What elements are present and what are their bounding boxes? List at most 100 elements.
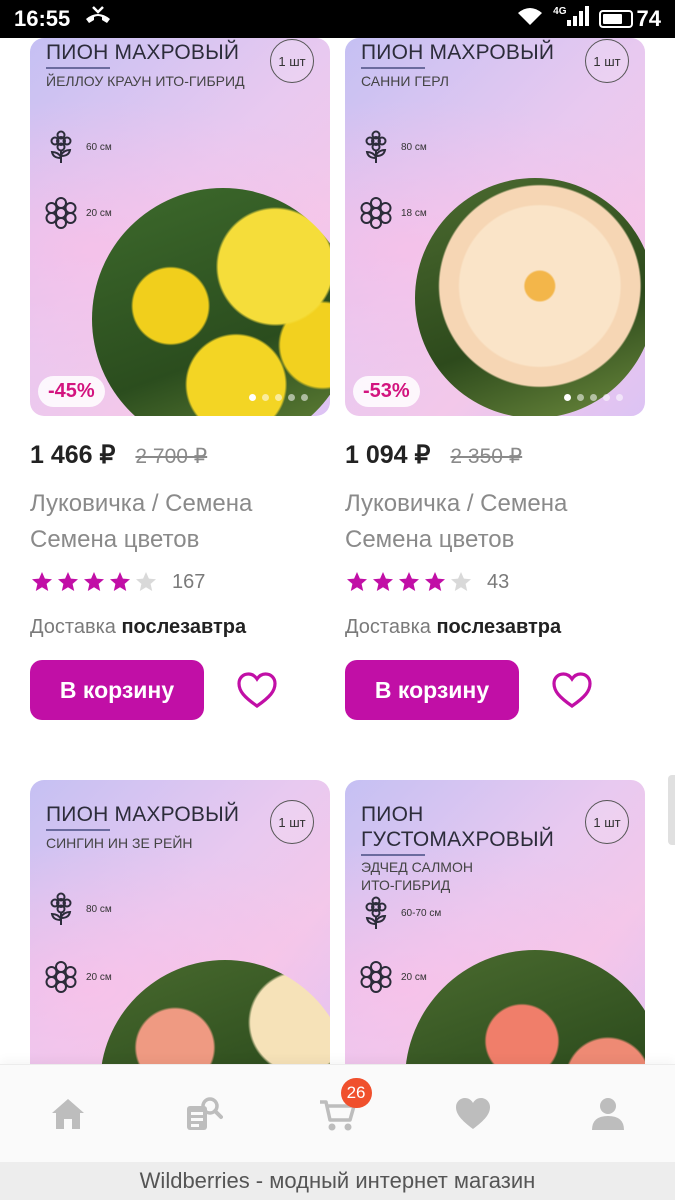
product-image[interactable]: ПИОН МАХРОВЫЙ СИНГИН ИН ЗЕ РЕЙН 1 шт 80 … [30, 780, 330, 1080]
delivery-info: Доставка послезавтра [30, 616, 246, 639]
product-image-title: ПИОН МАХРОВЫЙ [46, 802, 251, 831]
price: 1 094 ₽ [345, 441, 431, 469]
nav-cart[interactable]: 26 [308, 1077, 372, 1144]
quantity-badge: 1 шт [270, 800, 314, 844]
flower-stem-icon [50, 892, 72, 925]
height-value: 80 см [401, 141, 427, 153]
delivery-label: Доставка [30, 616, 116, 638]
network-label: 4G [553, 6, 567, 17]
peony-photo [405, 950, 645, 1080]
catalog-search-icon [186, 1096, 223, 1130]
status-bar: 16:55 4G 74 [0, 0, 675, 38]
review-count: 43 [487, 570, 510, 593]
size-feature: 20 см [44, 960, 112, 994]
product-card[interactable]: ПИОН ГУСТОМАХРОВЫЙ ЭДЧЕД САЛМОН ИТО-ГИБР… [345, 780, 645, 1080]
flower-size-value: 20 см [86, 207, 112, 219]
star-empty-icon [451, 572, 471, 591]
pager-dot [590, 394, 597, 401]
size-feature: 20 см [44, 196, 112, 230]
add-to-cart-button[interactable]: В корзину [30, 660, 204, 720]
cart-count-badge: 26 [340, 1077, 372, 1108]
image-pager [249, 394, 308, 401]
discount-badge: -45% [38, 376, 105, 407]
product-card[interactable]: ПИОН МАХРОВЫЙ ЙЕЛЛОУ КРАУН ИТО-ГИБРИД 1 … [30, 38, 330, 720]
quantity-badge: 1 шт [585, 39, 629, 83]
price: 1 466 ₽ [30, 441, 116, 469]
product-card[interactable]: ПИОН МАХРОВЫЙ СИНГИН ИН ЗЕ РЕЙН 1 шт 80 … [30, 780, 330, 1080]
height-feature: 60-70 см [359, 896, 441, 930]
star-icon [425, 572, 445, 591]
height-value: 60 см [86, 141, 112, 153]
battery-level: 74 [636, 6, 661, 31]
old-price: 2 700 ₽ [135, 445, 208, 468]
flower-icon [45, 961, 77, 993]
flower-stem-icon [365, 130, 387, 163]
pager-dot [564, 394, 571, 401]
favorite-heart-icon[interactable] [551, 670, 593, 712]
star-icon [373, 572, 393, 591]
nav-profile[interactable] [578, 1084, 638, 1144]
product-brand-name[interactable]: Луковичка / Семена Семена цветов [30, 486, 330, 558]
product-image-subtitle: САННИ ГЕРЛ [361, 73, 449, 89]
nav-favorites[interactable] [443, 1084, 503, 1144]
discount-badge: -53% [353, 376, 420, 407]
add-to-cart-button[interactable]: В корзину [345, 660, 519, 720]
nav-home[interactable] [38, 1084, 98, 1144]
product-name: Семена цветов [30, 526, 200, 553]
delivery-date: послезавтра [436, 616, 562, 638]
brand: Луковичка / Семена [30, 490, 253, 517]
bottom-navigation: 26 [0, 1064, 675, 1162]
status-time: 16:55 [14, 6, 71, 31]
star-empty-icon [136, 572, 156, 591]
home-icon [51, 1098, 84, 1129]
delivery-date: послезавтра [121, 616, 247, 638]
peony-photo [415, 178, 645, 416]
rating: 167 [30, 570, 205, 594]
pager-dot [616, 394, 623, 401]
product-image-subtitle: СИНГИН ИН ЗЕ РЕЙН [46, 835, 193, 851]
star-icon [84, 572, 104, 591]
flower-stem-icon [365, 896, 387, 929]
height-feature: 80 см [359, 130, 427, 164]
height-feature: 80 см [44, 892, 112, 926]
missed-call-icon [84, 5, 112, 33]
height-feature: 60 см [44, 130, 112, 164]
star-icon [58, 572, 78, 591]
pager-dot [577, 394, 584, 401]
rating: 43 [345, 570, 509, 594]
flower-size-value: 20 см [401, 971, 427, 983]
product-brand-name[interactable]: Луковичка / Семена Семена цветов [345, 486, 645, 558]
flower-icon [360, 961, 392, 993]
delivery-label: Доставка [345, 616, 431, 638]
flower-icon [360, 197, 392, 229]
scrollbar[interactable] [668, 775, 675, 845]
product-name: Семена цветов [345, 526, 515, 553]
peony-photo [92, 188, 330, 416]
product-image-subtitle: ЙЕЛЛОУ КРАУН ИТО-ГИБРИД [46, 73, 245, 89]
star-icon [347, 572, 367, 591]
wifi-icon [517, 6, 543, 32]
product-image-subtitle: ЭДЧЕД САЛМОН ИТО-ГИБРИД [361, 859, 473, 893]
flower-size-value: 18 см [401, 207, 427, 219]
battery-icon [598, 10, 633, 28]
product-image-title: ПИОН МАХРОВЫЙ [361, 40, 566, 69]
quantity-badge: 1 шт [270, 39, 314, 83]
brand: Луковичка / Семена [345, 490, 568, 517]
product-image-title: ПИОН ГУСТОМАХРОВЫЙ [361, 802, 561, 856]
product-image[interactable]: ПИОН МАХРОВЫЙ ЙЕЛЛОУ КРАУН ИТО-ГИБРИД 1 … [30, 38, 330, 416]
signal-icon [566, 6, 589, 32]
profile-icon [591, 1097, 624, 1130]
product-image[interactable]: ПИОН ГУСТОМАХРОВЫЙ ЭДЧЕД САЛМОН ИТО-ГИБР… [345, 780, 645, 1080]
height-value: 60-70 см [401, 907, 442, 919]
peony-photo [100, 960, 330, 1080]
price-row: 1 466 ₽ 2 700 ₽ [30, 440, 207, 470]
quantity-badge: 1 шт [585, 800, 629, 844]
product-image[interactable]: ПИОН МАХРОВЫЙ САННИ ГЕРЛ 1 шт 80 см 18 с… [345, 38, 645, 416]
old-price: 2 350 ₽ [450, 445, 523, 468]
flower-size-value: 20 см [86, 971, 112, 983]
product-card[interactable]: ПИОН МАХРОВЫЙ САННИ ГЕРЛ 1 шт 80 см 18 с… [345, 38, 645, 720]
star-icon [399, 572, 419, 591]
nav-catalog[interactable] [173, 1084, 233, 1144]
favorite-heart-icon[interactable] [236, 670, 278, 712]
battery-indicator: 74 [598, 6, 661, 32]
